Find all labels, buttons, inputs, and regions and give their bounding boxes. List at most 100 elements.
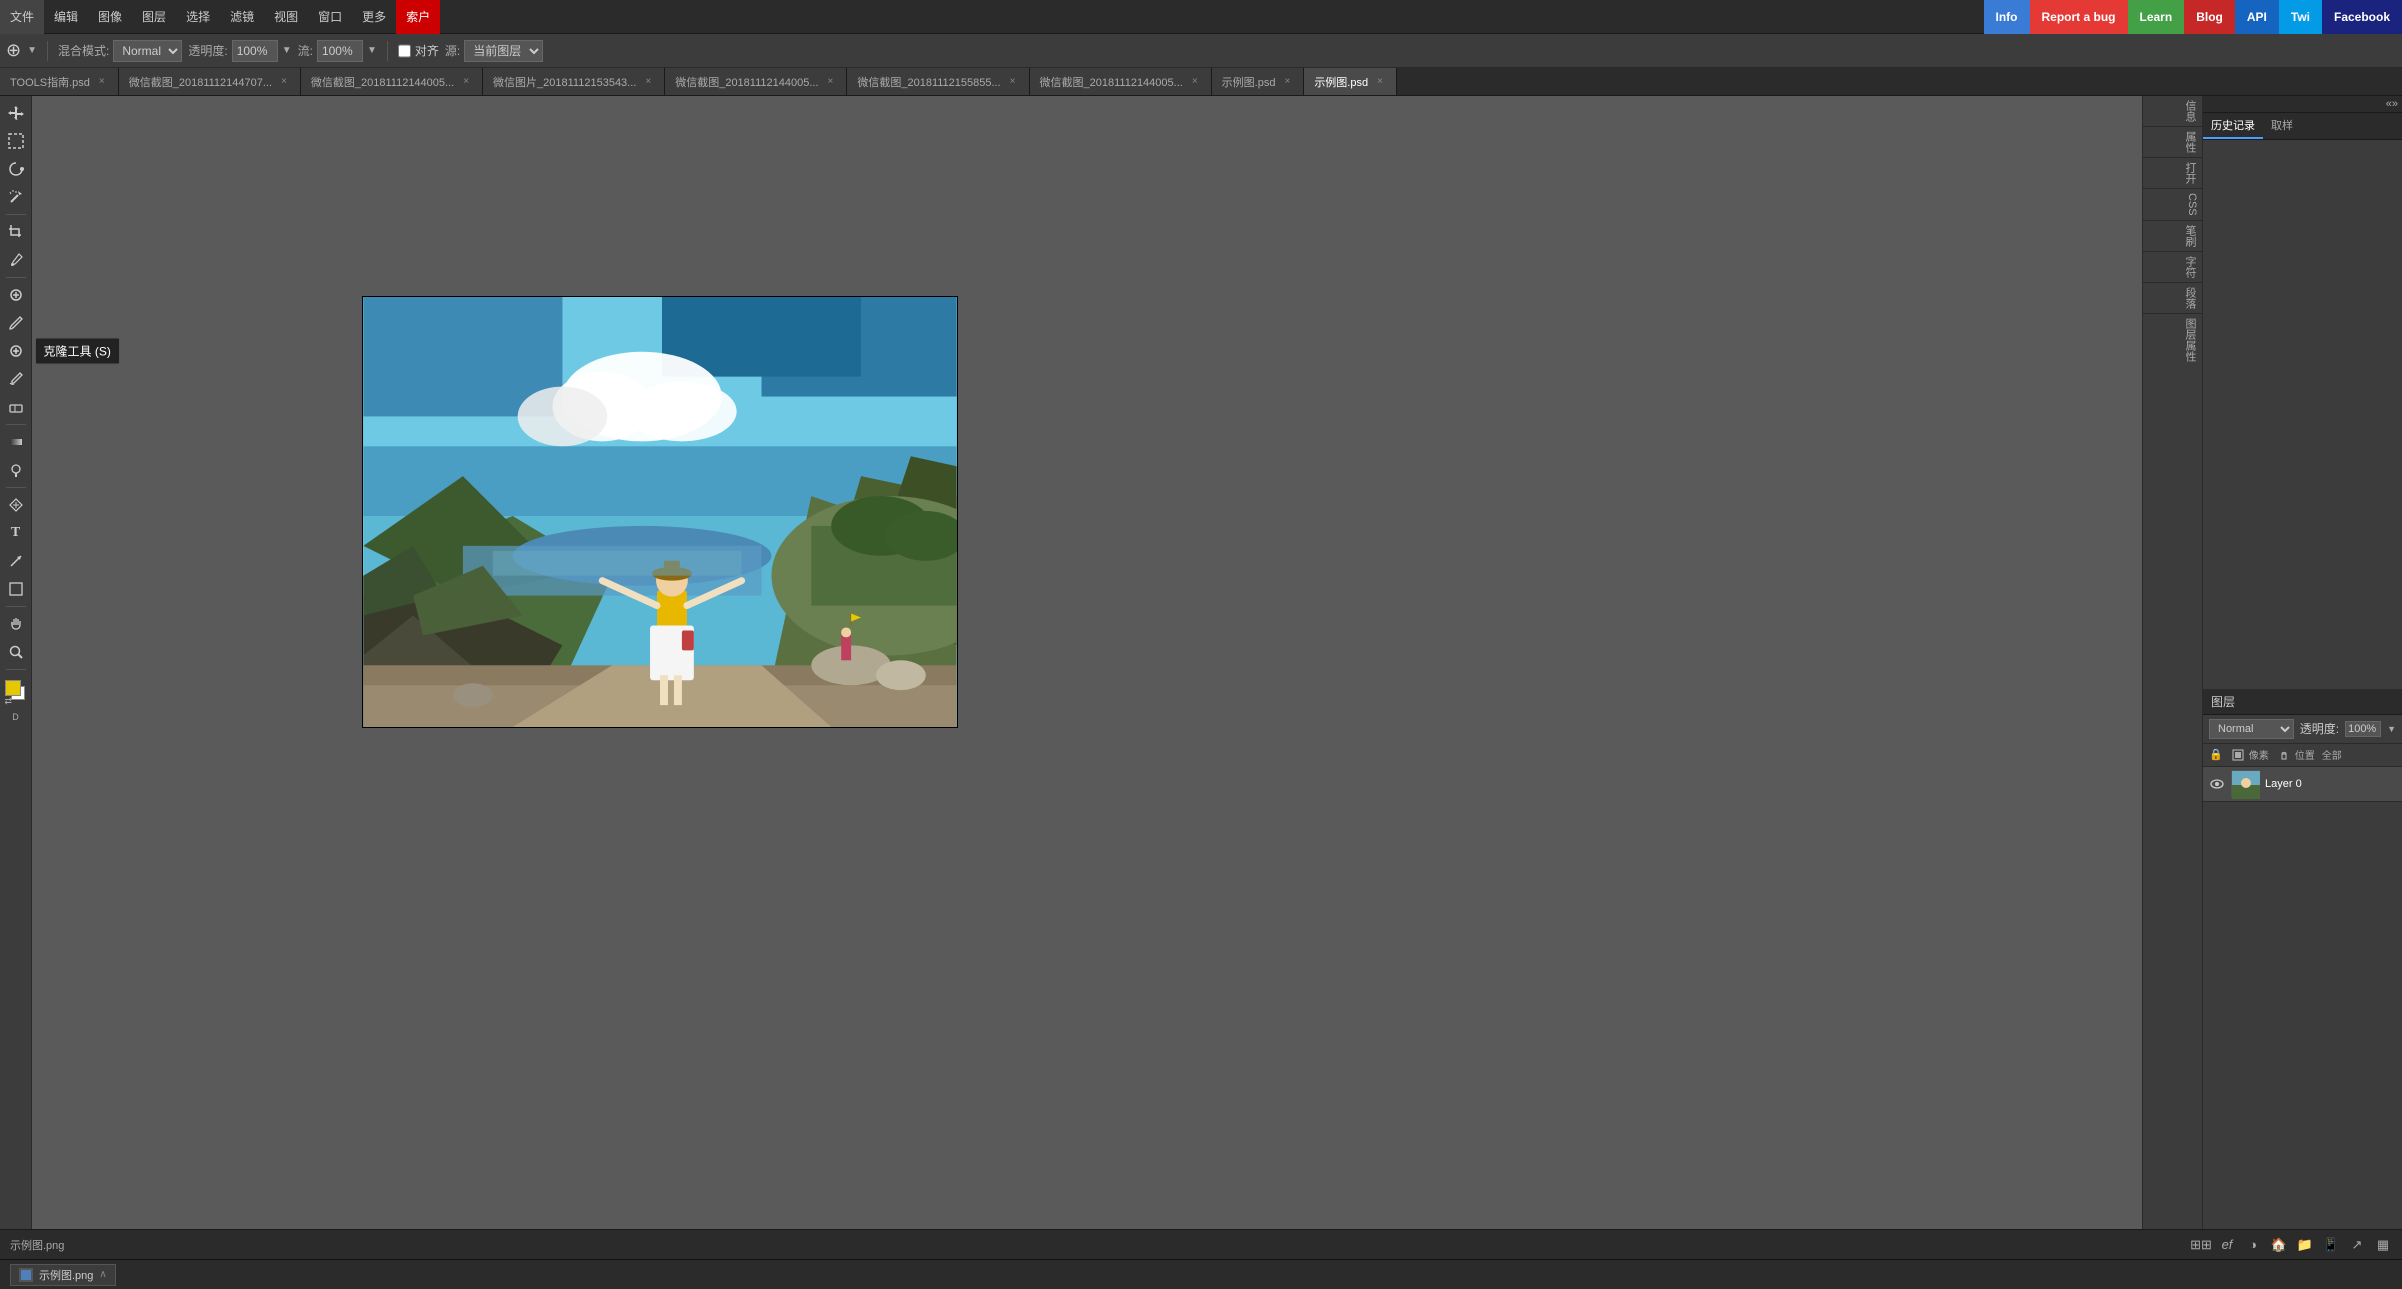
layers-blend-select[interactable]: Normal (2209, 719, 2294, 739)
blend-mode-label: 混合模式: (58, 42, 109, 59)
layers-opacity-arrow[interactable]: ▼ (2387, 724, 2396, 734)
layer-item-0[interactable]: Layer 0 (2203, 767, 2402, 802)
default-colors[interactable]: D (12, 712, 19, 722)
tab-tools[interactable]: TOOLS指南.psd × (0, 68, 119, 96)
api-button[interactable]: API (2235, 0, 2279, 34)
blend-mode-select[interactable]: Normal (113, 40, 182, 62)
brush-label[interactable]: 笔刷 (2143, 221, 2202, 252)
menu-filter[interactable]: 滤镜 (220, 0, 264, 34)
menu-file[interactable]: 文件 (0, 0, 44, 34)
lock-image-icon[interactable] (2230, 747, 2246, 763)
bottom-icon-7[interactable]: ↗ (2348, 1236, 2366, 1254)
tab-close[interactable]: × (460, 75, 472, 88)
learn-button[interactable]: Learn (2128, 0, 2185, 34)
source-select[interactable]: 当前图层 (464, 40, 543, 62)
shape-tool[interactable] (3, 576, 29, 602)
tab-close[interactable]: × (1374, 75, 1386, 88)
tab-wx2[interactable]: 微信截图_20181112144005... × (301, 68, 483, 96)
tab-wx3[interactable]: 微信图片_20181112153543... × (483, 68, 665, 96)
dodge-tool[interactable] (3, 457, 29, 483)
select-tool[interactable] (3, 128, 29, 154)
hand-tool[interactable] (3, 611, 29, 637)
opacity-label: 透明度: (188, 42, 227, 59)
canvas-image[interactable] (362, 296, 958, 728)
tab-wx1[interactable]: 微信截图_20181112144707... × (119, 68, 301, 96)
layers-prop-label[interactable]: 图层属性 (2143, 314, 2202, 366)
menu-layer[interactable]: 图层 (132, 0, 176, 34)
bottom-icon-4[interactable]: 🏠 (2270, 1236, 2288, 1254)
menu-view[interactable]: 视图 (264, 0, 308, 34)
text-tool-icon: T (11, 525, 20, 541)
menu-edit[interactable]: 编辑 (44, 0, 88, 34)
eraser-tool[interactable] (3, 394, 29, 420)
main-layout: 克隆工具 (S) T (0, 96, 2402, 1229)
clone-stamp-tool[interactable]: 克隆工具 (S) (3, 338, 29, 364)
layers-opacity-input[interactable] (2345, 721, 2381, 737)
css-label[interactable]: CSS (2143, 189, 2202, 221)
taskbar-item[interactable]: 示例图.png ∧ (10, 1264, 116, 1286)
gradient-tool[interactable] (3, 429, 29, 455)
layers-title: 图层 (2211, 693, 2235, 710)
paragraph-label[interactable]: 段落 (2143, 283, 2202, 314)
layer-visibility-icon[interactable] (2209, 776, 2225, 792)
flow-arrow[interactable]: ▼ (367, 45, 377, 56)
menu-account[interactable]: 索户 (396, 0, 440, 34)
tab-close[interactable]: × (1281, 75, 1293, 88)
foreground-color[interactable] (5, 680, 21, 696)
path-selection-tool[interactable] (3, 548, 29, 574)
align-checkbox[interactable] (398, 40, 411, 62)
flow-input[interactable] (317, 40, 363, 62)
properties-label[interactable]: 属性 (2143, 127, 2202, 158)
tab-example1[interactable]: 示例图.psd × (1212, 68, 1305, 96)
menu-more[interactable]: 更多 (352, 0, 396, 34)
brush-tool[interactable] (3, 310, 29, 336)
facebook-button[interactable]: Facebook (2322, 0, 2402, 34)
tab-close[interactable]: × (825, 75, 837, 88)
tab-wx4[interactable]: 微信截图_20181112144005... × (665, 68, 847, 96)
char-label[interactable]: 字符 (2143, 252, 2202, 283)
eyedropper-tool[interactable] (3, 247, 29, 273)
crop-tool[interactable] (3, 219, 29, 245)
pen-tool[interactable] (3, 492, 29, 518)
info-label[interactable]: 信息 (2143, 96, 2202, 127)
zoom-tool[interactable] (3, 639, 29, 665)
twitter-button[interactable]: Twi (2279, 0, 2322, 34)
sampling-tab[interactable]: 取样 (2263, 113, 2301, 139)
history-tab[interactable]: 历史记录 (2203, 113, 2263, 139)
menu-window[interactable]: 窗口 (308, 0, 352, 34)
bottom-icon-1[interactable]: ⊞⊞ (2192, 1236, 2210, 1254)
tab-example2[interactable]: 示例图.psd × (1304, 68, 1397, 96)
canvas-area[interactable] (32, 96, 2142, 1229)
tab-wx5[interactable]: 微信截图_20181112155855... × (847, 68, 1029, 96)
text-tool[interactable]: T (3, 520, 29, 546)
swap-colors[interactable]: ⇄ (5, 696, 13, 707)
bottom-icons: ⊞⊞ ef ◑ 🏠 📁 📱 ↗ ▦ (2192, 1236, 2392, 1254)
taskbar-arrow[interactable]: ∧ (99, 1269, 106, 1280)
lasso-tool[interactable] (3, 156, 29, 182)
history-brush-tool[interactable] (3, 366, 29, 392)
info-button[interactable]: Info (1984, 0, 2030, 34)
lock-position-icon[interactable] (2276, 747, 2292, 763)
menu-select[interactable]: 选择 (176, 0, 220, 34)
tab-close[interactable]: × (278, 75, 290, 88)
tab-close[interactable]: × (1189, 75, 1201, 88)
heal-tool[interactable] (3, 282, 29, 308)
tab-close[interactable]: × (1007, 75, 1019, 88)
bottom-icon-3[interactable]: ◑ (2244, 1236, 2262, 1254)
bottom-icon-6[interactable]: 📱 (2322, 1236, 2340, 1254)
blog-button[interactable]: Blog (2184, 0, 2235, 34)
opacity-input[interactable] (232, 40, 278, 62)
opacity-arrow[interactable]: ▼ (282, 45, 292, 56)
bottom-icon-5[interactable]: 📁 (2296, 1236, 2314, 1254)
bottom-icon-2[interactable]: ef (2218, 1236, 2236, 1254)
move-tool[interactable] (3, 100, 29, 126)
tab-close[interactable]: × (96, 75, 108, 88)
tab-wx6[interactable]: 微信截图_20181112144005... × (1030, 68, 1212, 96)
report-bug-button[interactable]: Report a bug (2030, 0, 2128, 34)
open-label[interactable]: 打开 (2143, 158, 2202, 189)
bottom-icon-8[interactable]: ▦ (2374, 1236, 2392, 1254)
magic-wand-tool[interactable] (3, 184, 29, 210)
menu-image[interactable]: 图像 (88, 0, 132, 34)
panel-collapse-btn[interactable]: «» (2386, 98, 2398, 110)
tab-close[interactable]: × (642, 75, 654, 88)
